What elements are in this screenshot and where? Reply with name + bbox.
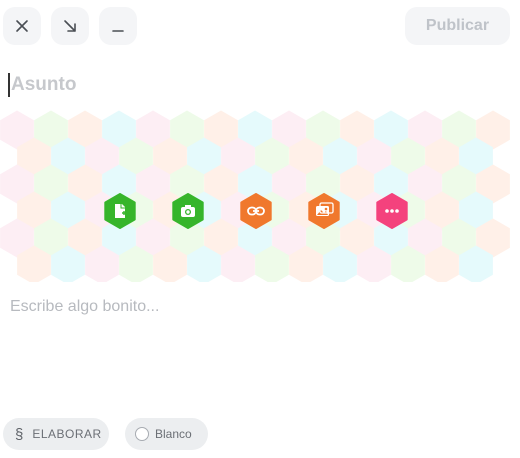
arrow-down-right-icon: [64, 20, 76, 32]
subject-placeholder: Asunto: [11, 74, 77, 95]
section-icon: §: [15, 425, 24, 443]
radio-icon: [135, 427, 149, 441]
more-icon: [385, 209, 399, 213]
close-button[interactable]: [3, 7, 41, 45]
attachment-button-image[interactable]: [308, 193, 340, 229]
subject-input[interactable]: Asunto: [8, 70, 498, 100]
close-icon: [16, 20, 28, 32]
attachment-button-file-add[interactable]: [104, 193, 136, 229]
minus-icon: [112, 30, 124, 32]
publish-button[interactable]: Publicar: [405, 7, 510, 45]
attachment-hex-pattern: [0, 110, 510, 282]
blanco-toggle[interactable]: Blanco: [125, 418, 208, 450]
minimize-button[interactable]: [51, 7, 89, 45]
body-input[interactable]: Escribe algo bonito...: [10, 298, 159, 316]
collapse-button[interactable]: [99, 7, 137, 45]
attachment-button-link[interactable]: [240, 193, 272, 229]
elaborar-label: ELABORAR: [32, 427, 102, 441]
text-cursor: [8, 73, 10, 97]
attachment-button-camera[interactable]: [172, 193, 204, 229]
elaborar-button[interactable]: § ELABORAR: [3, 418, 109, 450]
blanco-label: Blanco: [155, 427, 192, 441]
attachment-button-more[interactable]: [376, 193, 408, 229]
